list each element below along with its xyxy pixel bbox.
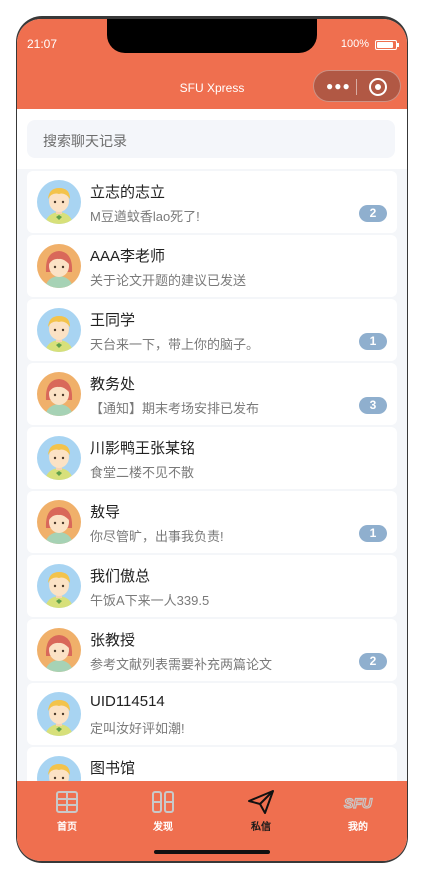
capsule-divider: [356, 79, 357, 95]
sfu-logo-icon: SFU: [328, 789, 388, 815]
unread-badge: 1: [359, 525, 387, 542]
battery-percent: 100%: [340, 38, 369, 50]
tab-label: 发现: [153, 822, 173, 833]
avatar: [37, 500, 81, 544]
camera-notch: [107, 19, 317, 53]
chat-name: 敖导: [90, 504, 121, 521]
avatar: [37, 628, 81, 672]
chat-name: 川影鸭王张某铭: [90, 440, 196, 457]
chat-last-message: 你尽管旷，出事我负责!: [90, 529, 224, 544]
chat-last-message: 午饭A下来一人339.5: [90, 593, 210, 608]
chat-list: 立志的志立 M豆遒蚊香lao死了! 2 AAA李老师关于论文开题的建议已发送 王同学天台…: [17, 169, 407, 781]
search-input[interactable]: 搜索聊天记录: [27, 120, 395, 158]
chat-name: UID114514: [90, 693, 165, 710]
avatar: [37, 692, 81, 736]
chat-last-message: 天台来一下，带上你的脑子。: [90, 337, 260, 352]
chat-list-item[interactable]: AAA李老师关于论文开题的建议已发送: [27, 235, 397, 297]
chat-list-item[interactable]: 立志的志立 M豆遒蚊香lao死了! 2: [27, 171, 397, 233]
avatar: [37, 308, 81, 352]
avatar: [37, 564, 81, 608]
chat-last-message: 关于论文开题的建议已发送: [90, 273, 247, 288]
tab-label: 首页: [57, 822, 77, 833]
unread-badge: 1: [359, 333, 387, 350]
target-circle-icon[interactable]: [369, 78, 387, 96]
svg-text:SFU: SFU: [344, 795, 373, 811]
chat-last-message: M豆遒蚊香lao死了!: [90, 209, 200, 224]
chat-name: 我们傲总: [90, 568, 151, 585]
tab-item[interactable]: 私信: [231, 787, 291, 837]
unread-badge: 3: [359, 397, 387, 414]
chat-last-message: 参考文献列表需要补充两篇论文: [90, 657, 273, 672]
avatar: [37, 372, 81, 416]
search-bar-container: 搜索聊天记录: [17, 109, 407, 169]
unread-badge: 2: [359, 653, 387, 670]
tab-item[interactable]: 发现: [133, 787, 193, 837]
chat-list-item[interactable]: 川影鸭王张某铭 食堂二楼不见不散: [27, 427, 397, 489]
phone-screen: 21:07 100% SFU Xpress ●●● 搜索聊天记录 立志的志立 M豆…: [17, 19, 407, 861]
battery-icon: [375, 40, 399, 50]
discover-icon: [133, 789, 193, 815]
chat-list-item[interactable]: 张教授参考文献列表需要补充两篇论文 2: [27, 619, 397, 681]
chat-last-message: 定叫汝好评如潮!: [90, 721, 185, 736]
chat-last-message: 食堂二楼不见不散: [90, 465, 195, 480]
chat-last-message: 【通知】期末考场安排已发布: [90, 401, 260, 416]
chat-list-item[interactable]: 王同学天台来一下，带上你的脑子。 1: [27, 299, 397, 361]
avatar: [37, 180, 81, 224]
avatar: [37, 244, 81, 288]
search-placeholder: 搜索聊天记录: [43, 133, 127, 149]
paper-plane-icon: [231, 789, 291, 815]
mini-program-capsule: ●●●: [313, 70, 401, 102]
chat-name: 教务处: [90, 376, 136, 393]
chat-name: 王同学: [90, 312, 136, 329]
home-grid-icon: [37, 789, 97, 815]
chat-name: AAA李老师: [90, 248, 166, 265]
status-time: 21:07: [27, 37, 58, 51]
more-dots-icon[interactable]: ●●●: [326, 80, 351, 92]
unread-badge: 2: [359, 205, 387, 222]
nav-header: 21:07 100% SFU Xpress ●●●: [17, 19, 407, 109]
chat-name: 立志的志立: [90, 184, 166, 201]
chat-list-item[interactable]: 我们傲总午饭A下来一人339.5: [27, 555, 397, 617]
tab-item[interactable]: SFU 我的: [328, 787, 388, 837]
home-indicator: [154, 850, 270, 854]
chat-list-item[interactable]: 教务处【通知】期末考场安排已发布 3: [27, 363, 397, 425]
tab-label: 私信: [251, 822, 271, 833]
chat-name: 张教授: [90, 632, 136, 649]
avatar: [37, 436, 81, 480]
avatar: [37, 756, 81, 781]
tab-label: 我的: [348, 822, 368, 833]
chat-list-item[interactable]: UID114514 定叫汝好评如潮!: [27, 683, 397, 745]
tab-bar: 首页 发现 私信 SFU 我的: [17, 781, 407, 861]
chat-name: 图书馆: [90, 760, 136, 777]
tab-item[interactable]: 首页: [37, 787, 97, 837]
chat-list-item[interactable]: 图书馆: [27, 747, 397, 781]
chat-list-item[interactable]: 敖导你尽管旷，出事我负责! 1: [27, 491, 397, 553]
